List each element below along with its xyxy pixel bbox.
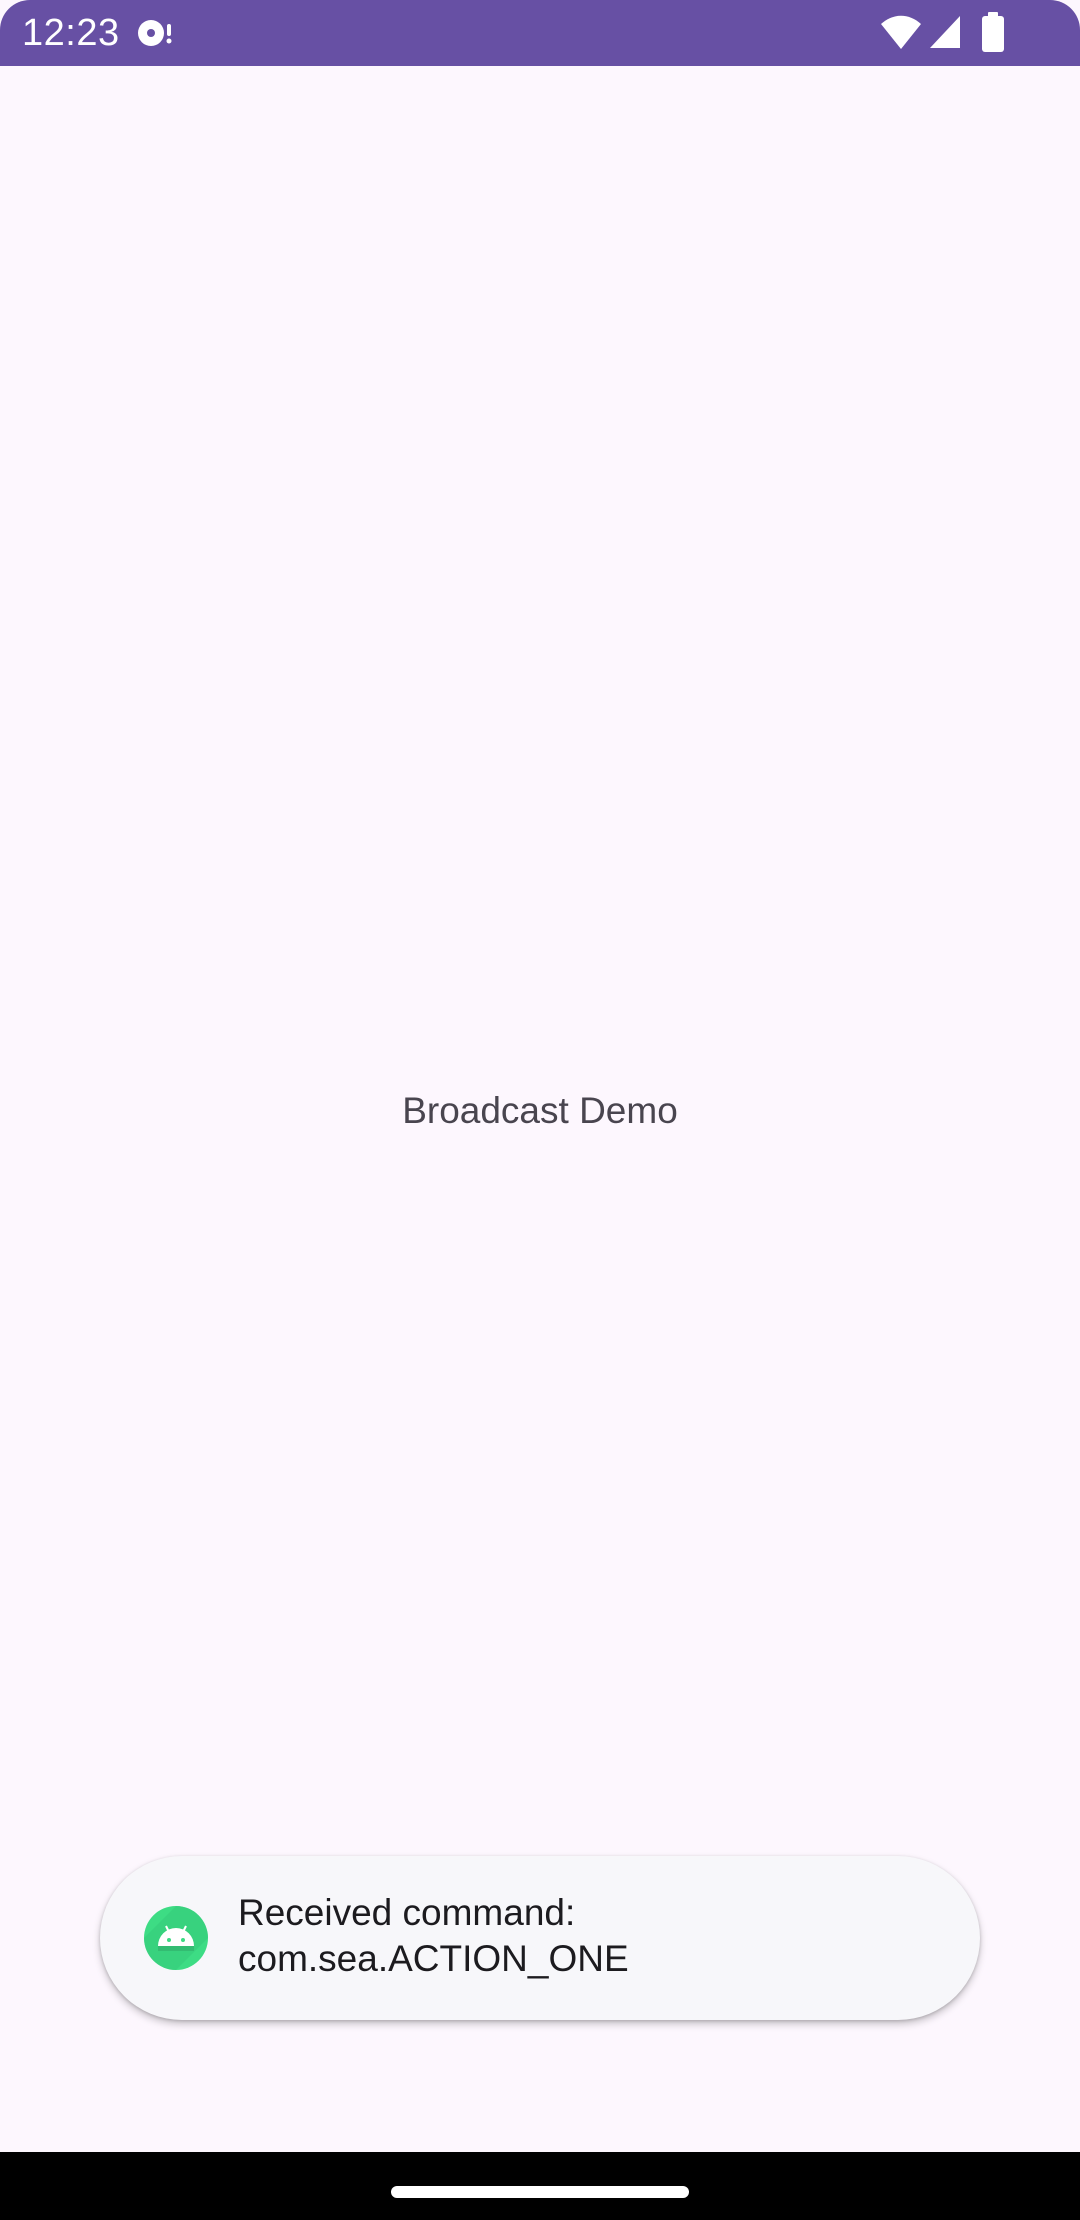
toast-message: Received command: com.sea.ACTION_ONE [100, 1856, 980, 2020]
home-handle[interactable] [391, 2186, 689, 2198]
status-time: 12:23 [22, 12, 120, 54]
signal-icon [930, 16, 960, 48]
toast-line-1: Received command: [238, 1892, 576, 1933]
toast-text: Received command: com.sea.ACTION_ONE [238, 1890, 938, 1982]
toast-line-2: com.sea.ACTION_ONE [238, 1938, 629, 1979]
battery-icon [982, 12, 1004, 52]
broadcast-demo-label: Broadcast Demo [402, 1090, 678, 1131]
wifi-icon [881, 15, 921, 49]
status-bar: 12:23 [0, 0, 1080, 66]
media-icon [138, 20, 172, 46]
navigation-bar [0, 2152, 1080, 2220]
android-icon [144, 1906, 208, 1970]
